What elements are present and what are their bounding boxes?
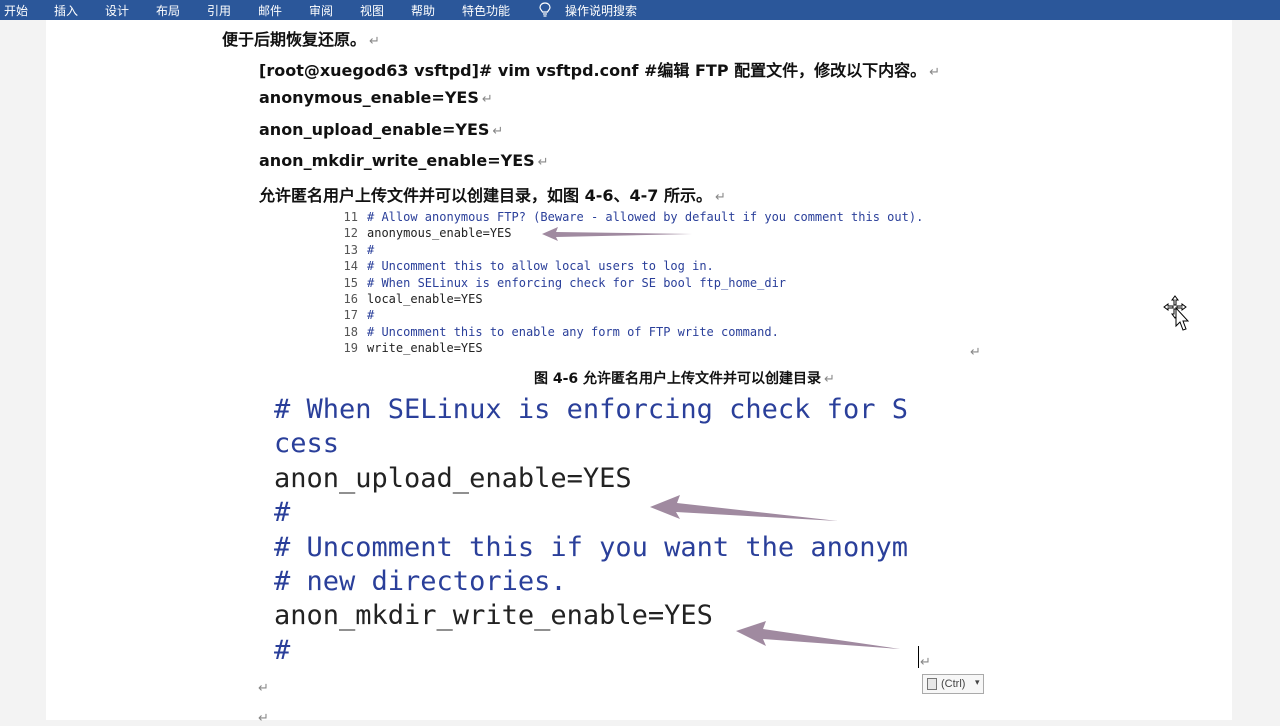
clipboard-icon (927, 678, 937, 690)
doc-line-option-3[interactable]: anon_mkdir_write_enable=YES ↵ (259, 151, 549, 170)
paragraph-mark: ↵ (970, 344, 981, 359)
code-line: cess (274, 428, 340, 460)
ribbon-tab-0[interactable]: 开始 (4, 2, 28, 19)
doc-line-option-1[interactable]: anonymous_enable=YES ↵ (259, 88, 493, 107)
code-line: local_enable=YES (367, 292, 483, 306)
line-number: 14 (343, 259, 358, 274)
figure-4-7-code-screenshot: # When SELinux is enforcing check for Sc… (274, 394, 920, 674)
ribbon-tab-4[interactable]: 引用 (207, 2, 231, 19)
ribbon-tab-9[interactable]: 特色功能 (462, 2, 510, 19)
doc-line-backup[interactable]: 便于后期恢复还原。 ↵ (222, 26, 380, 50)
ribbon-tab-5[interactable]: 邮件 (258, 2, 282, 19)
figure-caption[interactable]: 图 4-6 允许匿名用户上传文件并可以创建目录 ↵ (534, 368, 835, 388)
ribbon-tab-1[interactable]: 插入 (54, 2, 78, 19)
line-number: 16 (343, 292, 358, 306)
ribbon-tab-3[interactable]: 布局 (156, 2, 180, 19)
ribbon-tab-8[interactable]: 帮助 (411, 2, 435, 19)
code-line: # Uncomment this if you want the anonym (274, 531, 908, 563)
ribbon-tab-7[interactable]: 视图 (360, 2, 384, 19)
code-line: # (274, 497, 291, 529)
left-margin (0, 20, 46, 720)
code-line: # When SELinux is enforcing check for S (274, 394, 908, 425)
code-line: # Uncomment this to allow local users to… (367, 259, 714, 274)
paragraph-mark: ↵ (258, 710, 269, 725)
right-margin (1232, 20, 1280, 720)
code-line: # (367, 242, 375, 257)
line-number: 18 (343, 324, 358, 339)
line-number: 17 (343, 308, 358, 323)
doc-line-description[interactable]: 允许匿名用户上传文件并可以创建目录，如图 4-6、4-7 所示。 ↵ (259, 182, 726, 206)
code-line: anon_upload_enable=YES (274, 462, 632, 494)
code-line: write_enable=YES (367, 341, 483, 356)
code-line: # When SELinux is enforcing check for SE… (367, 275, 787, 290)
ribbon-tab-6[interactable]: 审阅 (309, 2, 333, 19)
figure-4-6-code-screenshot: 11 # Allow anonymous FTP? (Beware - allow… (340, 210, 1000, 360)
move-cursor-icon (1163, 295, 1190, 331)
code-line: # (367, 308, 375, 323)
line-number: 13 (343, 242, 358, 257)
line-number: 15 (343, 275, 358, 290)
ribbon-tabs: 开始 插入 设计 布局 引用 邮件 审阅 视图 帮助 特色功能 操作说明搜索 (0, 0, 1280, 20)
paragraph-mark: ↵ (920, 654, 931, 669)
code-line: # Uncomment this to enable any form of F… (367, 324, 779, 339)
paste-options-button[interactable]: (Ctrl) ▾ (922, 674, 984, 694)
code-line: # (274, 634, 291, 666)
ribbon-tab-2[interactable]: 设计 (105, 2, 129, 19)
code-line: anonymous_enable=YES (367, 226, 512, 241)
lightbulb-icon[interactable] (538, 2, 552, 17)
chevron-down-icon[interactable]: ▾ (975, 677, 980, 688)
line-number: 11 (343, 210, 358, 224)
code-line: # new directories. (274, 566, 567, 597)
doc-line-option-2[interactable]: anon_upload_enable=YES ↵ (259, 120, 503, 139)
line-number: 19 (343, 341, 358, 356)
doc-line-command[interactable]: [root@xuegod63 vsftpd]# vim vsftpd.conf … (259, 57, 940, 81)
ribbon-tab-10[interactable]: 操作说明搜索 (565, 2, 637, 19)
text-caret (918, 646, 919, 668)
line-number: 12 (343, 226, 358, 241)
code-line: anon_mkdir_write_enable=YES (274, 600, 713, 632)
code-line: # Allow anonymous FTP? (Beware - allowed… (367, 210, 924, 224)
paragraph-mark: ↵ (258, 680, 269, 695)
